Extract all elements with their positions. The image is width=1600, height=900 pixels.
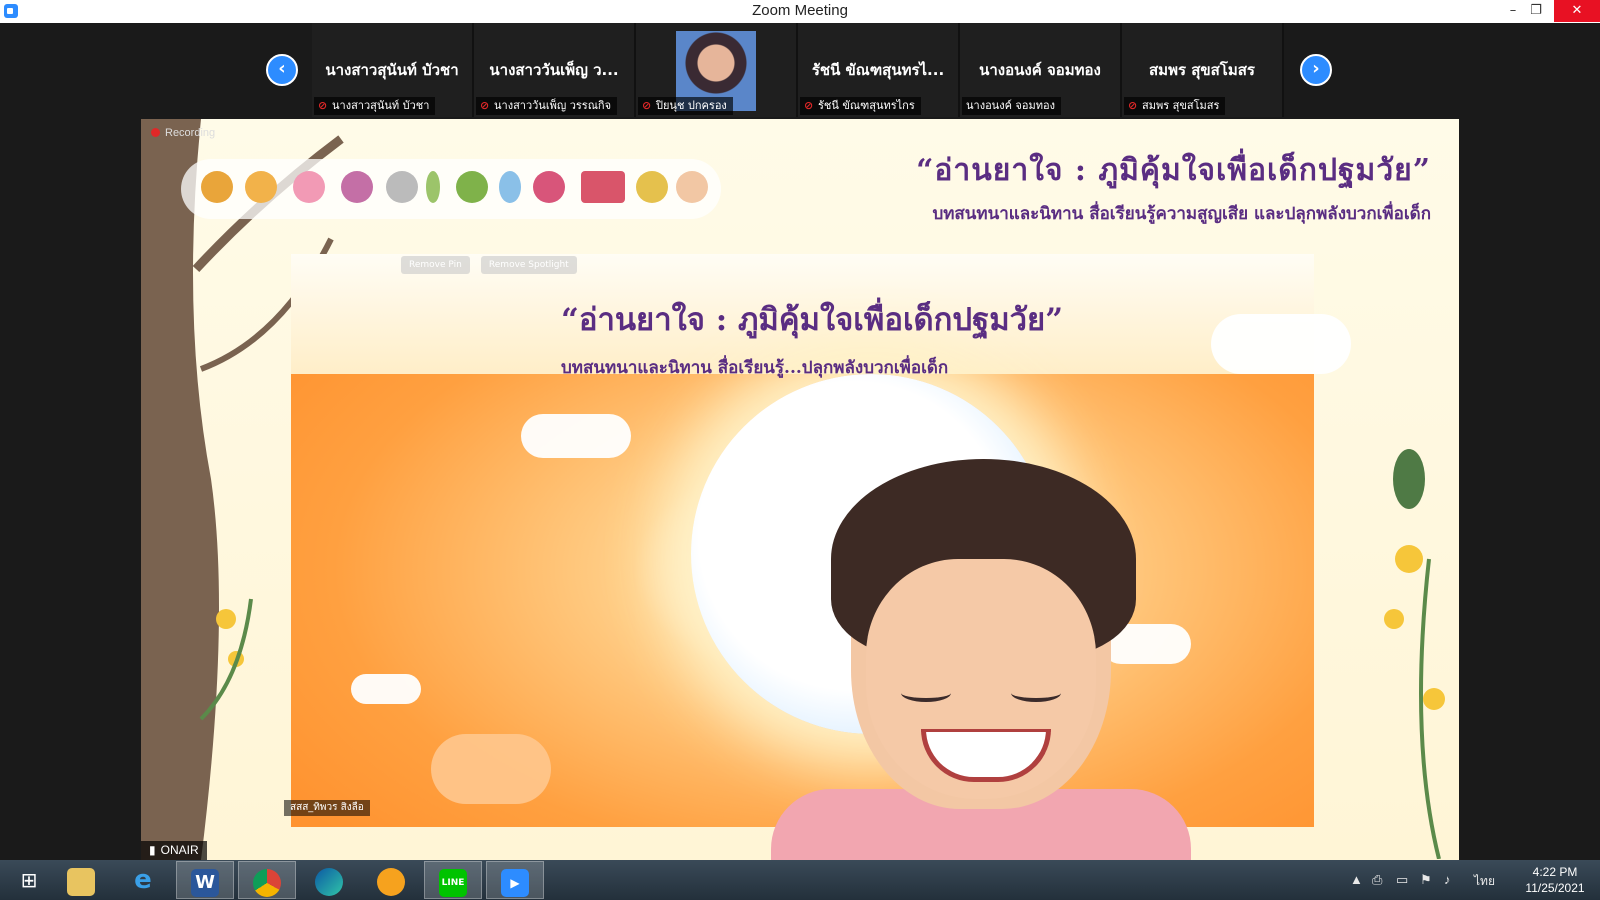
- remove-spotlight-button[interactable]: Remove Spotlight: [480, 256, 577, 274]
- muted-mic-icon: ⊘: [804, 99, 814, 112]
- record-icon: [151, 128, 160, 137]
- active-speaker-video[interactable]: “อ่านยาใจ : ภูมิคุ้มใจเพื่อเด็กปฐมวัย” บ…: [141, 119, 1459, 860]
- clock-date: 11/25/2021: [1525, 881, 1585, 895]
- windows-taskbar: ⊞ e W LINE ▶ ▲ ⎙ ▭ ⚑ ♪ ไทย 4:22 PM 11/25…: [0, 860, 1600, 900]
- line-icon[interactable]: LINE: [424, 861, 482, 899]
- muted-mic-icon: ⊘: [480, 99, 490, 112]
- participant-name-label: ⊘ นางสาวสุนันท์ บัวชา: [314, 97, 436, 115]
- participant-tile[interactable]: นางสาววันเพ็ญ ว... ⊘ นางสาววันเพ็ญ วรรณกิ…: [474, 23, 636, 117]
- volume-icon[interactable]: ♪: [1444, 872, 1451, 887]
- recording-indicator: Recording: [151, 127, 215, 139]
- participant-display-name: นางสาวสุนันท์ บัวชา: [325, 61, 459, 79]
- sponsor-logo: [293, 171, 325, 203]
- participant-tile[interactable]: นางอนงค์ จอมทอง นางอนงค์ จอมทอง: [960, 23, 1122, 117]
- muted-mic-icon: ⊘: [318, 99, 328, 112]
- next-page-button[interactable]: ›: [1300, 54, 1332, 86]
- participant-display-name: นางอนงค์ จอมทอง: [979, 61, 1101, 79]
- video-controls: Remove Pin Remove Spotlight: [401, 252, 583, 274]
- participant-name-label: ⊘ ปิยนุช ปกครอง: [638, 97, 733, 115]
- window-titlebar: Zoom Meeting – ❐ ✕: [0, 0, 1600, 24]
- file-explorer-icon[interactable]: [52, 861, 110, 899]
- sponsor-logo: [676, 171, 708, 203]
- sponsor-logo: [636, 171, 668, 203]
- browser-icon[interactable]: [362, 861, 420, 899]
- cloud-illustration: [351, 674, 421, 704]
- presenter: [761, 459, 1191, 860]
- sponsor-logo-bar: [181, 159, 721, 219]
- sponsor-logo: [201, 171, 233, 203]
- participant-tile[interactable]: รัชนี ขัณฑสุนทรไ... ⊘ รัชนี ขัณฑสุนทรไกร: [798, 23, 960, 117]
- cloud-illustration: [431, 734, 551, 804]
- start-button[interactable]: ⊞: [0, 861, 58, 899]
- cloud-illustration: [521, 414, 631, 458]
- internet-explorer-icon[interactable]: e: [114, 861, 172, 899]
- muted-mic-icon: ⊘: [642, 99, 652, 112]
- printer-icon[interactable]: ⎙: [1372, 872, 1382, 888]
- participant-display-name: สมพร สุขสโมสร: [1149, 61, 1255, 79]
- event-headline: “อ่านยาใจ : ภูมิคุ้มใจเพื่อเด็กปฐมวัย”: [916, 153, 1431, 188]
- clock[interactable]: 4:22 PM 11/25/2021: [1520, 864, 1590, 896]
- sponsor-logo: [581, 171, 625, 203]
- sponsor-logo: [245, 171, 277, 203]
- participant-name-label: ⊘ นางสาววันเพ็ญ วรรณกิจ: [476, 97, 618, 115]
- event-subheadline: บทสนทนาและนิทาน สื่อเรียนรู้ความสูญเสีย …: [932, 204, 1431, 224]
- sponsor-logo: [341, 171, 373, 203]
- event-title: “อ่านยาใจ : ภูมิคุ้มใจเพื่อเด็กปฐมวัย” บ…: [916, 147, 1431, 227]
- zoom-icon[interactable]: ▶: [486, 861, 544, 899]
- speaker-name-label: สสส_ทิพวร สิงลือ: [284, 800, 370, 816]
- edge-icon[interactable]: [300, 861, 358, 899]
- participant-tile[interactable]: นางสาวสุนันท์ บัวชา ⊘ นางสาวสุนันท์ บัวชา: [312, 23, 474, 117]
- remove-pin-button[interactable]: Remove Pin: [401, 256, 470, 274]
- sponsor-logo: [386, 171, 418, 203]
- word-icon[interactable]: W: [176, 861, 234, 899]
- previous-page-button[interactable]: ‹: [266, 54, 298, 86]
- show-hidden-icons[interactable]: ▲: [1350, 872, 1363, 887]
- close-button[interactable]: ✕: [1554, 0, 1600, 22]
- chrome-icon[interactable]: [238, 861, 296, 899]
- presenter-video-frame: “อ่านยาใจ : ภูมิคุ้มใจเพื่อเด็กปฐมวัย” บ…: [291, 254, 1351, 860]
- participant-name-label: นางอนงค์ จอมทอง: [962, 97, 1061, 115]
- participant-tile[interactable]: สมพร สุขสโมสร ⊘ สมพร สุขสโมสร: [1122, 23, 1284, 117]
- sponsor-logo: [456, 171, 488, 203]
- cloud-illustration: [1211, 314, 1351, 374]
- participant-name-label: ⊘ รัชนี ขัณฑสุนทรไกร: [800, 97, 921, 115]
- sponsor-logo: [426, 171, 440, 203]
- participant-display-name: นางสาววันเพ็ญ ว...: [489, 61, 619, 79]
- participant-strip: ‹ นางสาวสุนันท์ บัวชา ⊘ นางสาวสุนันท์ บัว…: [0, 23, 1600, 117]
- muted-mic-icon: ⊘: [1128, 99, 1138, 112]
- window-title: Zoom Meeting: [752, 2, 848, 19]
- flower-illustration: [1384, 449, 1445, 859]
- maximize-button[interactable]: ❐: [1514, 0, 1558, 22]
- inner-title: “อ่านยาใจ : ภูมิคุ้มใจเพื่อเด็กปฐมวัย” บ…: [561, 302, 1064, 378]
- participant-display-name: รัชนี ขัณฑสุนทรไ...: [811, 61, 945, 79]
- system-tray: ▲ ⎙ ▭ ⚑ ♪ ไทย 4:22 PM 11/25/2021: [1350, 860, 1590, 900]
- participant-tile[interactable]: ⊘ ปิยนุช ปกครอง: [636, 23, 798, 117]
- onair-badge: ▮ ONAIR: [141, 841, 207, 860]
- clock-time: 4:22 PM: [1532, 865, 1578, 879]
- participant-name-label: ⊘ สมพร สุขสโมสร: [1124, 97, 1226, 115]
- sponsor-logo: [499, 171, 521, 203]
- flag-icon[interactable]: ⚑: [1420, 872, 1432, 888]
- sponsor-logo: [533, 171, 565, 203]
- signal-icon: ▮: [149, 843, 156, 857]
- network-icon[interactable]: ▭: [1396, 872, 1408, 888]
- language-indicator[interactable]: ไทย: [1474, 872, 1495, 891]
